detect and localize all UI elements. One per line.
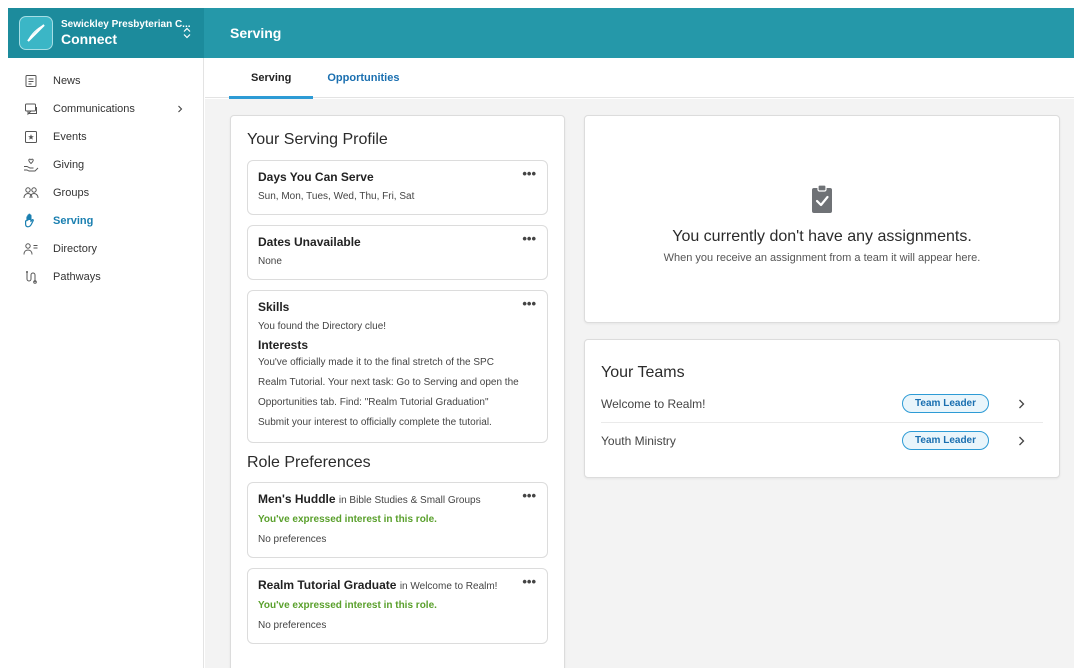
org-switcher[interactable]: Sewickley Presbyterian C... Connect [8,8,204,58]
days-value: Sun, Mon, Tues, Wed, Thu, Fri, Sat [258,191,415,202]
role-status: You've expressed interest in this role. [258,600,437,611]
sidebar-item-events[interactable]: Events [8,123,203,151]
sidebar: News Communications Events Giving Groups… [8,58,204,668]
more-options-icon[interactable]: ••• [522,575,536,588]
chevron-up-down-icon[interactable] [182,24,192,42]
tab-serving[interactable]: Serving [229,58,314,99]
sidebar-item-label: Serving [53,215,94,227]
chevron-right-icon [175,103,185,115]
role-card[interactable]: Realm Tutorial Graduate in Welcome to Re… [247,568,548,644]
team-name: Youth Ministry [601,433,676,448]
role-name: Men's Huddle [258,492,336,506]
skills-title: Skills [258,300,290,314]
days-you-can-serve-card[interactable]: Days You Can Serve Sun, Mon, Tues, Wed, … [247,160,548,215]
team-name: Welcome to Realm! [601,397,706,411]
role-ministry: in Bible Studies & Small Groups [338,495,481,506]
sidebar-item-groups[interactable]: Groups [8,179,203,207]
role-preferences-title: Role Preferences [247,454,371,471]
top-bar: Sewickley Presbyterian C... Connect Serv… [8,8,1074,58]
dates-unavailable-title: Dates Unavailable [258,235,361,249]
more-options-icon[interactable]: ••• [522,297,536,310]
role-preferences: No preferences [258,534,327,545]
sidebar-item-label: Giving [53,159,85,171]
interests-line: Realm Tutorial. Your next task: Go to Se… [258,377,519,388]
chevron-right-icon[interactable] [1017,398,1025,410]
app-name: Connect [61,31,117,47]
team-row[interactable]: Youth Ministry Team Leader [601,422,1043,458]
sidebar-item-giving[interactable]: Giving [8,151,203,179]
role-preferences: No preferences [258,620,327,631]
days-title: Days You Can Serve [258,170,374,184]
sidebar-item-pathways[interactable]: Pathways [8,263,203,291]
groups-icon [23,185,39,201]
serving-profile-card: Your Serving Profile Days You Can Serve … [230,115,565,668]
interests-line: You've officially made it to the final s… [258,357,494,368]
role-status: You've expressed interest in this role. [258,514,437,525]
sidebar-item-news[interactable]: News [8,67,203,95]
your-teams-title: Your Teams [601,364,685,381]
sidebar-item-communications[interactable]: Communications [8,95,203,123]
assignments-card: You currently don't have any assignments… [584,115,1060,323]
tab-opportunities[interactable]: Opportunities [313,58,413,98]
role-name: Realm Tutorial Graduate [258,578,397,592]
sidebar-item-directory[interactable]: Directory [8,235,203,263]
skills-value: You found the Directory clue! [258,321,387,332]
hand-icon [23,213,39,229]
role-title: Men's Huddle in Bible Studies & Small Gr… [258,491,537,509]
sidebar-item-label: Communications [53,103,135,115]
interests-line: Opportunities tab. Find: "Realm Tutorial… [258,397,489,408]
calendar-star-icon [23,129,39,145]
interests-title: Interests [258,338,309,352]
team-row[interactable]: Welcome to Realm! Team Leader [601,386,1043,422]
org-name: Sewickley Presbyterian C... [61,19,191,30]
pathways-icon [23,269,39,285]
more-options-icon[interactable]: ••• [522,232,536,245]
tab-bar: Serving Opportunities [205,58,1074,99]
interests-line: Submit your interest to officially compl… [258,417,492,428]
page-title: Serving [230,25,282,41]
clipboard-check-icon [811,184,833,214]
sidebar-item-label: Pathways [53,271,101,283]
main-content: Your Serving Profile Days You Can Serve … [205,99,1074,668]
your-teams-card: Your Teams Welcome to Realm! Team Leader… [584,339,1060,478]
news-icon [23,73,39,89]
dates-unavailable-value: None [258,256,282,267]
serving-profile-title: Your Serving Profile [247,131,388,148]
sidebar-item-label: Groups [53,187,90,199]
sidebar-item-label: News [53,75,81,87]
team-role-badge: Team Leader [902,431,989,450]
sidebar-item-label: Events [53,131,87,143]
no-assignments-title: You currently don't have any assignments… [672,228,972,245]
role-title: Realm Tutorial Graduate in Welcome to Re… [258,577,537,595]
more-options-icon[interactable]: ••• [522,167,536,180]
dates-unavailable-card[interactable]: Dates Unavailable None ••• [247,225,548,280]
chat-icon [23,101,39,117]
chevron-right-icon[interactable] [1017,435,1025,447]
role-card[interactable]: Men's Huddle in Bible Studies & Small Gr… [247,482,548,558]
sidebar-item-serving[interactable]: Serving [8,207,203,235]
no-assignments-subtitle: When you receive an assignment from a te… [663,252,981,264]
skills-card[interactable]: Skills You found the Directory clue! Int… [247,290,548,443]
more-options-icon[interactable]: ••• [522,489,536,502]
connect-logo-icon [19,16,53,50]
sidebar-item-label: Directory [53,243,98,255]
giving-hand-icon [23,157,39,173]
team-role-badge: Team Leader [902,394,989,413]
directory-icon [23,241,39,257]
role-ministry: in Welcome to Realm! [399,581,498,592]
